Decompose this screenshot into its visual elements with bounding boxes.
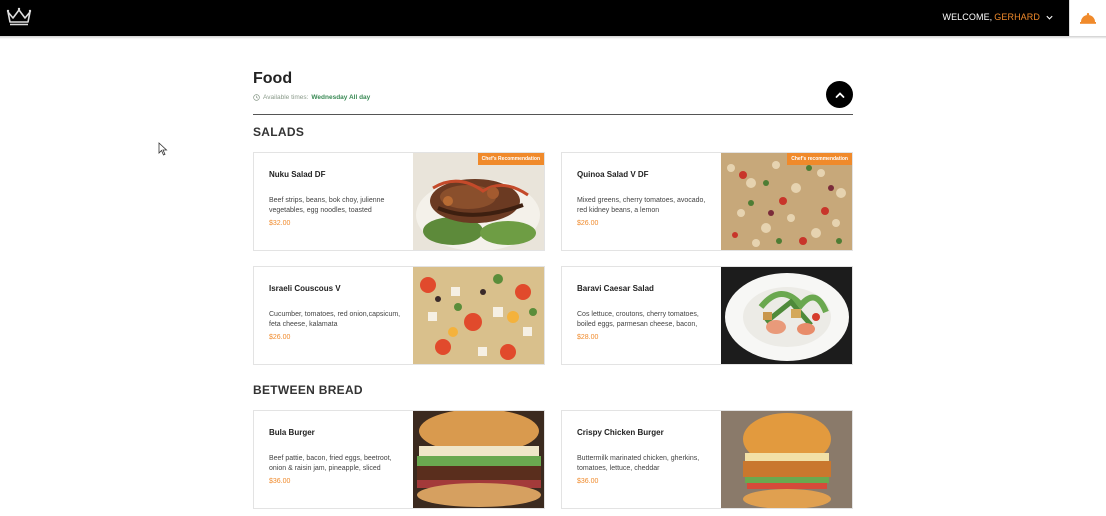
chevron-up-icon bbox=[835, 91, 844, 98]
item-description: Buttermilk marinated chicken, gherkins, … bbox=[577, 455, 700, 472]
item-description: Cucumber, tomatoes, red onion,capsicum, … bbox=[269, 311, 401, 328]
item-description: Beef strips, beans, bok choy, julienne v… bbox=[269, 197, 385, 214]
item-price: $36.00 bbox=[269, 478, 291, 485]
menu-item-card[interactable]: Baravi Caesar Salad Cos lettuce, crouton… bbox=[561, 266, 853, 365]
collapse-button[interactable] bbox=[826, 81, 853, 108]
page-title: Food bbox=[253, 70, 293, 87]
menu-item-card[interactable]: Bula Burger Beef pattie, bacon, fried eg… bbox=[253, 410, 545, 509]
item-price: $36.00 bbox=[577, 478, 599, 485]
item-name: Quinoa Salad V DF bbox=[577, 170, 649, 179]
item-photo bbox=[721, 267, 852, 364]
item-price: $28.00 bbox=[577, 334, 599, 341]
welcome-label: WELCOME, bbox=[942, 12, 993, 22]
available-value: Wednesday All day bbox=[311, 94, 371, 101]
top-bar-shadow bbox=[0, 36, 1106, 39]
item-photo bbox=[721, 411, 852, 508]
title-divider bbox=[253, 114, 853, 115]
available-times: Available times: Wednesday All day bbox=[253, 94, 853, 101]
order-button[interactable] bbox=[1069, 0, 1106, 36]
item-photo: Chef's recommendation bbox=[721, 153, 852, 250]
menu-item-card[interactable]: Crispy Chicken Burger Buttermilk marinat… bbox=[561, 410, 853, 509]
item-description: Mixed greens, cherry tomatoes, avocado, … bbox=[577, 197, 706, 214]
clock-icon bbox=[253, 94, 260, 101]
menu-item-card[interactable]: Israeli Couscous V Cucumber, tomatoes, r… bbox=[253, 266, 545, 365]
item-name: Israeli Couscous V bbox=[269, 284, 341, 293]
item-price: $26.00 bbox=[269, 334, 291, 341]
chevron-down-icon bbox=[1046, 15, 1053, 20]
section-title-salads: SALADS bbox=[253, 125, 305, 139]
item-price: $26.00 bbox=[577, 220, 599, 227]
chef-recommendation-badge: Chef's Recommendation bbox=[477, 153, 544, 165]
item-name: Baravi Caesar Salad bbox=[577, 284, 654, 293]
available-label: Available times: bbox=[263, 94, 309, 101]
crown-logo-icon[interactable] bbox=[4, 4, 34, 28]
top-bar: WELCOME, GERHARD bbox=[0, 0, 1106, 36]
section-title-between-bread: BETWEEN BREAD bbox=[253, 383, 363, 397]
user-name: GERHARD bbox=[994, 12, 1040, 22]
item-name: Bula Burger bbox=[269, 428, 315, 437]
item-name: Nuku Salad DF bbox=[269, 170, 326, 179]
item-photo: Chef's Recommendation bbox=[413, 153, 544, 250]
item-price: $32.00 bbox=[269, 220, 291, 227]
item-photo bbox=[413, 411, 544, 508]
cloche-icon bbox=[1080, 13, 1096, 24]
item-photo bbox=[413, 267, 544, 364]
menu-content: Food Available times: Wednesday All day … bbox=[253, 70, 853, 509]
mouse-cursor-icon bbox=[158, 142, 168, 156]
user-menu[interactable]: WELCOME, GERHARD bbox=[942, 12, 1054, 22]
menu-item-card[interactable]: Quinoa Salad V DF Mixed greens, cherry t… bbox=[561, 152, 853, 251]
item-name: Crispy Chicken Burger bbox=[577, 428, 664, 437]
item-description: Beef pattie, bacon, fried eggs, beetroot… bbox=[269, 455, 392, 472]
chef-recommendation-badge: Chef's recommendation bbox=[787, 153, 852, 165]
menu-item-card[interactable]: Nuku Salad DF Beef strips, beans, bok ch… bbox=[253, 152, 545, 251]
item-description: Cos lettuce, croutons, cherry tomatoes, … bbox=[577, 311, 699, 328]
